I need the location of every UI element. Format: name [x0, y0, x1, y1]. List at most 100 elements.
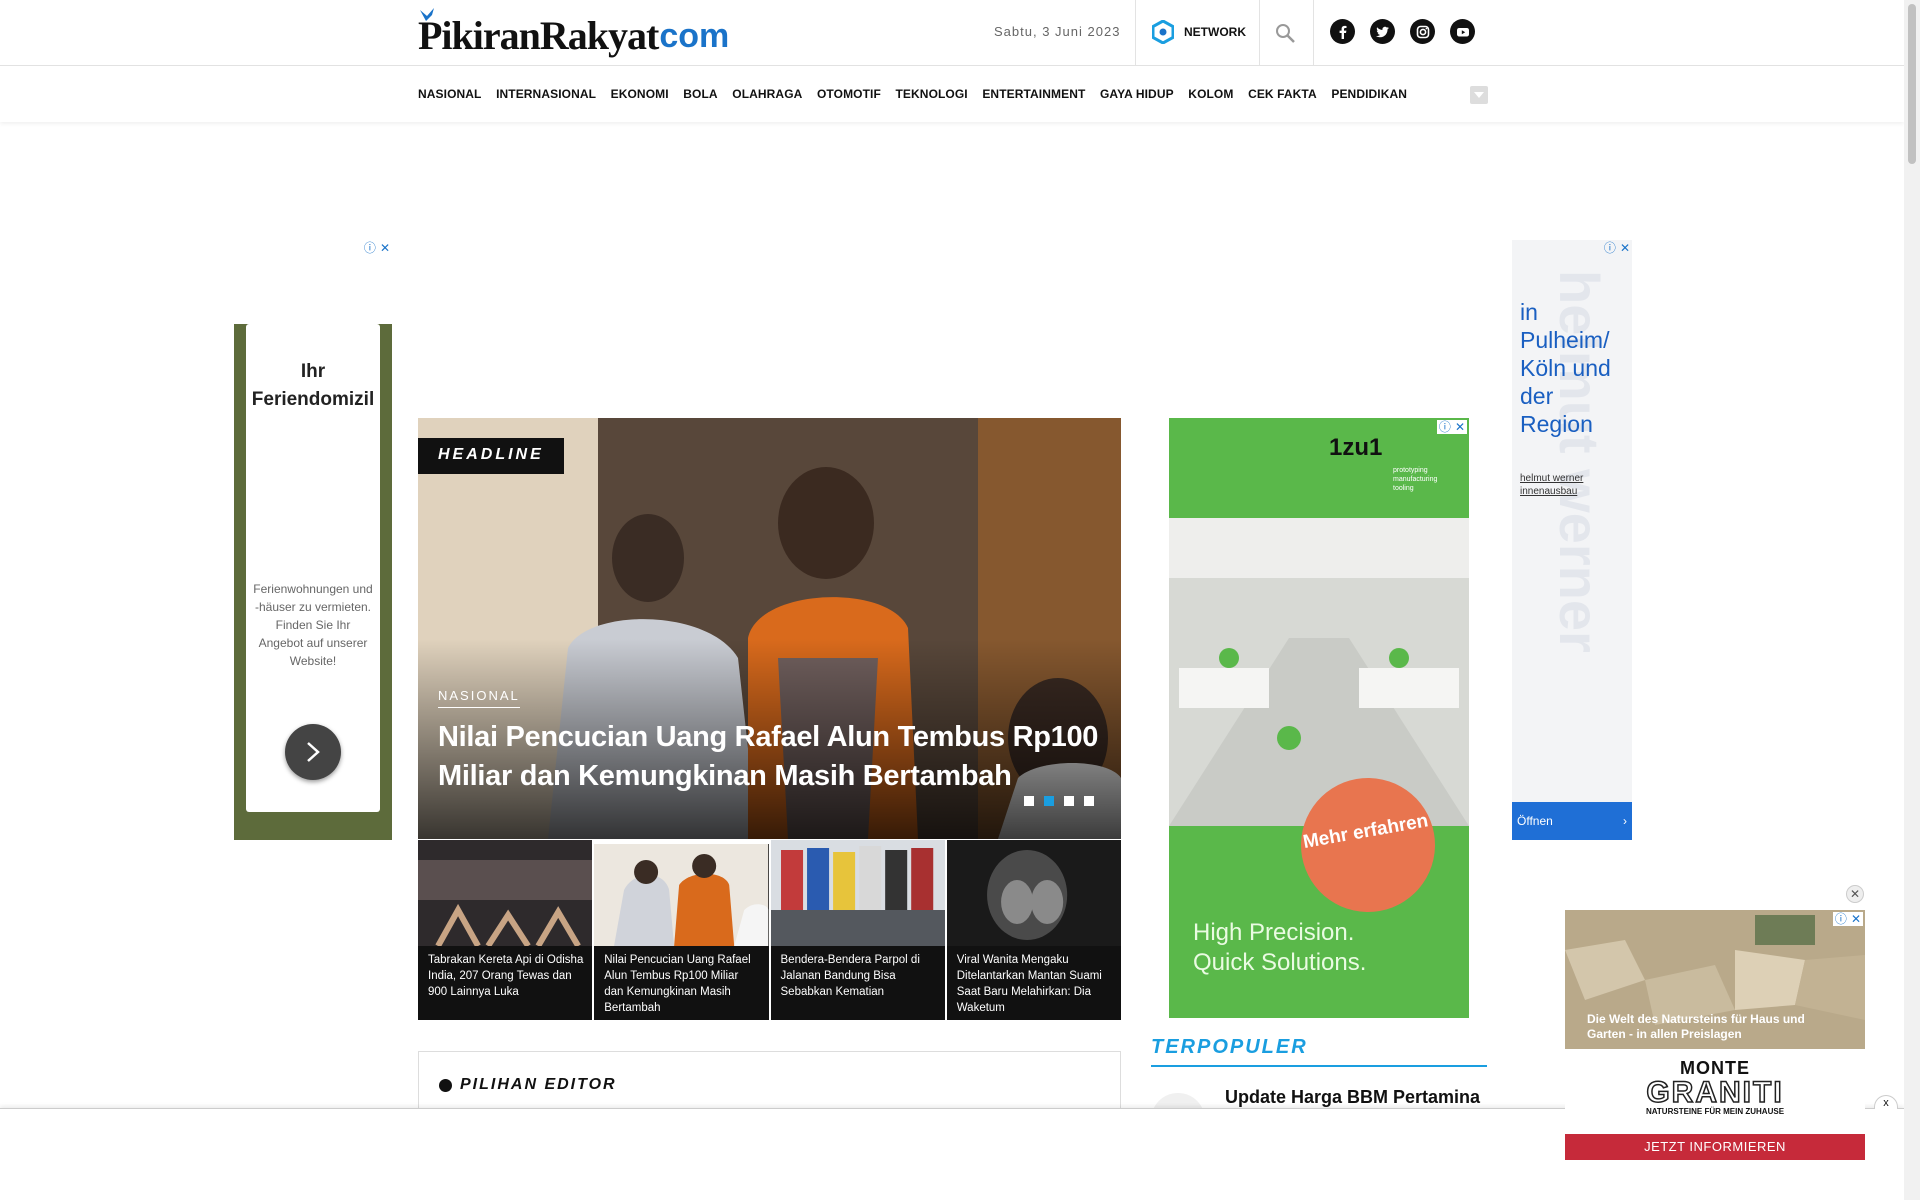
ad-info-icon[interactable]: ⓘ [1439, 421, 1451, 433]
close-icon[interactable]: ✕ [1620, 242, 1630, 254]
divider [1259, 0, 1260, 66]
section-title: PILIHAN EDITOR [439, 1076, 617, 1094]
ad-choices[interactable]: ⓘ ✕ [1832, 912, 1863, 926]
thumbnail-image [946, 840, 1121, 946]
top-header: PikiranRakyat com Sabtu, 3 Juni 2023 NETW… [0, 0, 1904, 66]
thumbnail-caption: Viral Wanita Mengaku Ditelantarkan Manta… [956, 954, 1102, 1014]
chevron-down-icon [1474, 92, 1484, 98]
ad-title: Ihr Feriendomizil [251, 361, 375, 410]
thumbnail-image [418, 840, 593, 946]
ad-info-icon[interactable]: ⓘ [364, 242, 376, 254]
ad-brand-sub: NATURSTEINE FÜR MEIN ZUHAUSE [1645, 1107, 1785, 1116]
chevron-right-icon [307, 742, 320, 762]
slider-dot[interactable] [1044, 796, 1054, 806]
headline-tag: HEADLINE [418, 438, 564, 474]
thumbnail-caption: Nilai Pencucian Uang Rafael Alun Tembus … [604, 954, 751, 1014]
main-nav: NASIONAL INTERNASIONAL EKONOMI BOLA OLAHRAGA… [0, 66, 1904, 122]
facebook-icon[interactable] [1330, 19, 1355, 44]
nav-item-teknologi[interactable]: TEKNOLOGI [896, 87, 968, 101]
section-title-label: PILIHAN EDITOR [460, 1076, 617, 1093]
ad-text: Ferienwohnungen und -häuser zu vermieten… [253, 582, 373, 668]
thumbnail-item[interactable]: Viral Wanita Mengaku Ditelantarkan Manta… [946, 840, 1121, 1020]
network-icon [1152, 20, 1174, 44]
divider [1313, 0, 1314, 66]
network-button[interactable]: NETWORK [1152, 20, 1246, 44]
network-label: NETWORK [1184, 25, 1246, 39]
ad-headline: in Pulheim/ Köln und der Region [1520, 299, 1611, 437]
nav-item-bola[interactable]: BOLA [683, 87, 717, 101]
nav-item-kolom[interactable]: KOLOM [1188, 87, 1233, 101]
ad-info-icon[interactable]: ⓘ [1604, 242, 1616, 254]
nav-item-ekonomi[interactable]: EKONOMI [611, 87, 669, 101]
close-icon[interactable]: ✕ [1851, 913, 1861, 925]
nav-more-button[interactable] [1470, 86, 1488, 104]
slider-dot[interactable] [1024, 796, 1034, 806]
ad-card: Ihr Feriendomizil Ferienwohnungen und -h… [246, 324, 380, 812]
ad-info-icon[interactable]: ⓘ [1835, 913, 1847, 925]
slider-dot[interactable] [1064, 796, 1074, 806]
item-title[interactable]: Update Harga BBM Pertamina [1225, 1085, 1480, 1109]
ad-caption: Die Welt des Natursteins für Haus und Ga… [1587, 1012, 1805, 1041]
thumbnail-caption: Bendera-Bendera Parpol di Jalanan Bandun… [780, 954, 920, 998]
thumbnail-item[interactable]: Bendera-Bendera Parpol di Jalanan Bandun… [770, 840, 945, 1020]
social-links [1330, 19, 1475, 44]
chevron-right-icon: › [1623, 814, 1627, 828]
sidebar-rectangle-ad[interactable]: ⓘ ✕ 1zu1 prototyping manufacturing toolin… [1169, 418, 1469, 1018]
thumbnail-item[interactable]: Nilai Pencucian Uang Rafael Alun Tembus … [594, 840, 769, 1020]
nav-item-gaya-hidup[interactable]: GAYA HIDUP [1100, 87, 1174, 101]
bullet-icon [439, 1078, 452, 1092]
close-icon[interactable]: ✕ [1846, 885, 1864, 903]
thumbnail-image [594, 840, 769, 946]
nav-item-pendidikan[interactable]: PENDIDIKAN [1331, 87, 1407, 101]
slider-dots [1024, 796, 1094, 806]
ad-choices[interactable]: ⓘ ✕ [1604, 242, 1630, 254]
ad-brand-logo: MONTE GRANITI NATURSTEINE FÜR MEIN ZUHAU… [1565, 1058, 1865, 1116]
ad-brand-main: GRANITI [1646, 1076, 1784, 1109]
close-icon[interactable]: x [1874, 1095, 1898, 1109]
nav-item-internasional[interactable]: INTERNASIONAL [496, 87, 596, 101]
thumbnail-caption: Tabrakan Kereta Api di Odisha India, 207… [428, 954, 584, 998]
left-skyscraper-ad[interactable]: ⓘ ✕ Ihr Feriendomizil Ferienwohnungen und… [234, 240, 392, 840]
ad-next-button[interactable] [285, 724, 341, 780]
ad-cta-button[interactable]: JETZT INFORMIEREN [1565, 1134, 1865, 1160]
instagram-icon[interactable] [1410, 19, 1435, 44]
logo-text: PikiranRakyat [418, 13, 659, 58]
nav-item-otomotif[interactable]: OTOMOTIF [817, 87, 881, 101]
headline-slider[interactable]: HEADLINE NASIONAL Nilai Pencucian Uang R… [418, 418, 1121, 839]
twitter-icon[interactable] [1370, 19, 1395, 44]
nav-item-entertainment[interactable]: ENTERTAINMENT [982, 87, 1085, 101]
ad-brand-sub: prototyping manufacturing tooling [1393, 467, 1438, 492]
close-icon[interactable]: ✕ [1455, 421, 1465, 433]
current-date: Sabtu, 3 Juni 2023 [994, 24, 1121, 39]
ad-office-photo [1169, 518, 1469, 826]
scrollbar-thumb[interactable] [1908, 4, 1916, 164]
ad-choices[interactable]: ⓘ ✕ [1436, 420, 1467, 434]
logo-com: com [659, 17, 730, 55]
search-icon[interactable] [1274, 22, 1296, 44]
close-icon[interactable]: ✕ [380, 242, 390, 254]
ad-brand: helmut werner innenausbau [1520, 473, 1584, 497]
youtube-icon[interactable] [1450, 19, 1475, 44]
right-skyscraper-ad[interactable]: helmut werner ⓘ ✕ in Pulheim/ Köln und de… [1512, 240, 1632, 840]
ad-choices[interactable]: ⓘ ✕ [364, 242, 390, 254]
headline-category[interactable]: NASIONAL [438, 688, 520, 708]
nav-list: NASIONAL INTERNASIONAL EKONOMI BOLA OLAHRAGA… [418, 66, 1422, 122]
ad-open-button[interactable]: Öffnen › [1512, 802, 1632, 840]
divider [1135, 0, 1136, 66]
headline-thumbnails: Tabrakan Kereta Api di Odisha India, 207… [418, 840, 1121, 1020]
ad-slogan: High Precision. Quick Solutions. [1193, 919, 1367, 976]
ad-open-label: Öffnen [1517, 814, 1553, 828]
slider-dot[interactable] [1084, 796, 1094, 806]
thumbnail-item[interactable]: Tabrakan Kereta Api di Odisha India, 207… [418, 840, 593, 1020]
nav-item-cek-fakta[interactable]: CEK FAKTA [1248, 87, 1317, 101]
logo-bird-icon [420, 8, 434, 21]
page-scrollbar[interactable] [1904, 0, 1920, 1200]
ad-brand-logo: 1zu1 [1329, 434, 1383, 461]
nav-item-nasional[interactable]: NASIONAL [418, 87, 481, 101]
headline-title[interactable]: Nilai Pencucian Uang Rafael Alun Tembus … [438, 718, 1108, 796]
thumbnail-image [770, 840, 945, 946]
floating-ad[interactable]: ⓘ ✕ Die Welt des Natursteins für Haus und… [1565, 910, 1865, 1160]
section-title: TERPOPULER [1151, 1036, 1487, 1067]
site-logo[interactable]: PikiranRakyat com [418, 8, 729, 60]
nav-item-olahraga[interactable]: OLAHRAGA [732, 87, 802, 101]
